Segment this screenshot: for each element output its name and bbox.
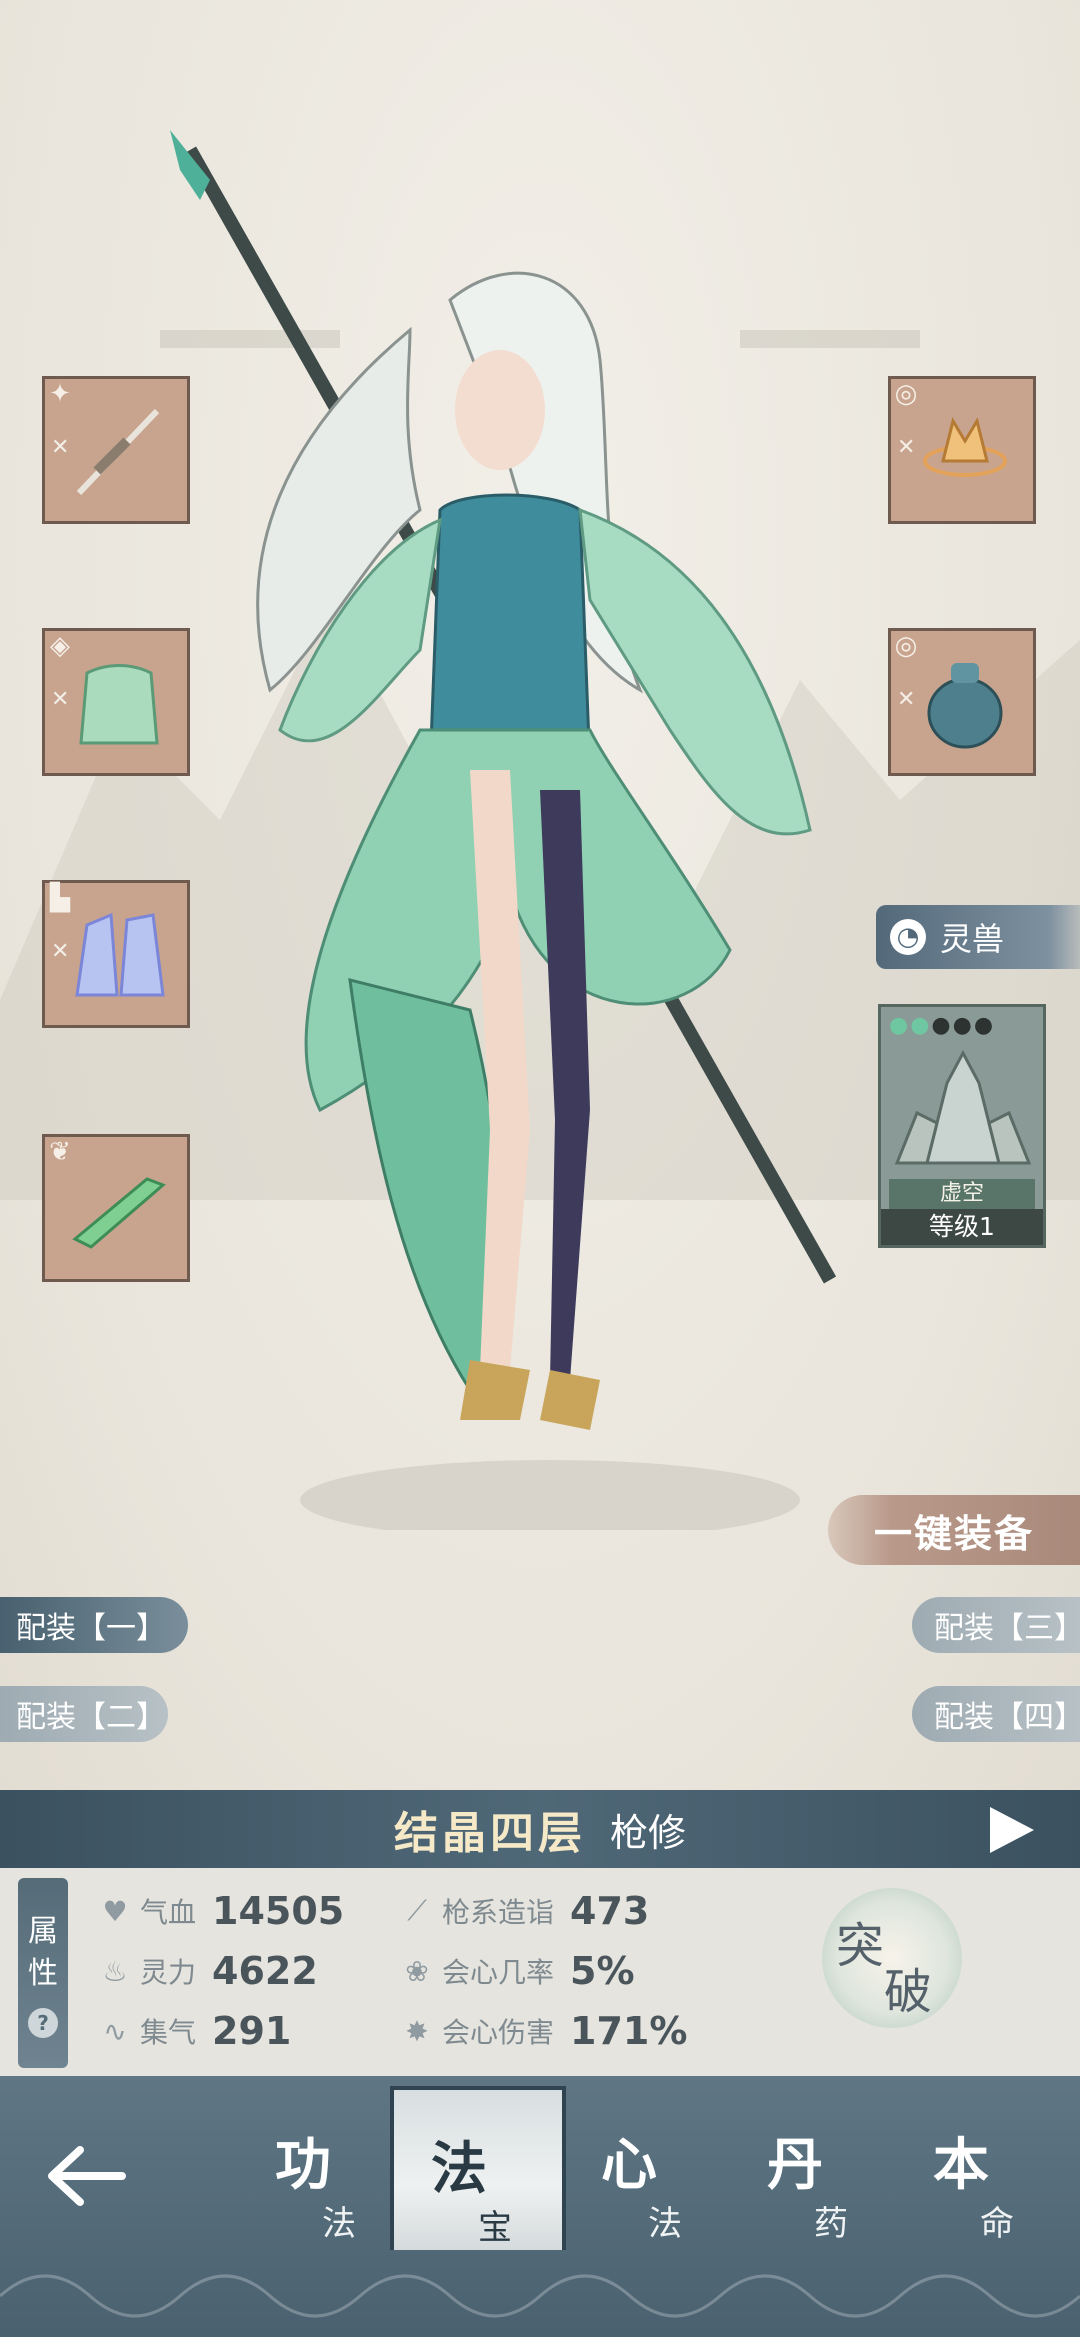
stat-hp: ♥ 气血 14505 [98, 1886, 344, 1936]
stat-value: 473 [570, 1889, 650, 1933]
stat-label: 枪系造诣 [442, 1896, 555, 1929]
character-portrait [170, 130, 837, 1530]
jade-blade-item-icon [72, 1177, 166, 1249]
stat-value: 291 [212, 2009, 292, 2053]
golden-crown-item-icon [923, 417, 1007, 477]
paw-star-icon: ● [889, 1013, 911, 1038]
swirl-icon: ∿ [103, 2014, 127, 2048]
realm-stage: 结晶四层 [393, 1808, 586, 1859]
tab-big-char: 本 [933, 2133, 989, 2198]
tab-big-char: 心 [601, 2133, 657, 2198]
beast-level: 等级1 [881, 1209, 1043, 1245]
stat-crit-damage: ✸ 会心伤害 171% [400, 2006, 687, 2056]
robe-item-icon [79, 664, 159, 745]
breakthrough-char-1: 突 [836, 1918, 885, 1974]
stat-label: 会心几率 [442, 1956, 555, 1989]
spear-item-icon [76, 408, 160, 496]
breakthrough-button[interactable]: 突 破 [822, 1888, 962, 2028]
stat-qi: ∿ 集气 291 [98, 2006, 291, 2056]
tab-small-char: 法 [322, 2204, 356, 2244]
tab-big-char: 功 [275, 2133, 331, 2198]
tab-treasures[interactable]: 法 宝 [390, 2086, 566, 2250]
spirit-beast-label: 灵兽 [940, 920, 1005, 958]
wave-pattern [0, 2274, 1080, 2318]
tab-natal[interactable]: 本 命 [896, 2086, 1064, 2246]
stat-label: 灵力 [140, 1956, 197, 1989]
tab-mind-arts[interactable]: 心 法 [564, 2086, 732, 2246]
breakthrough-char-2: 破 [884, 1964, 933, 2020]
stat-value: 5% [570, 1949, 635, 1993]
burst-icon: ✸ [405, 2014, 429, 2048]
spear-icon: ⟋ [407, 1894, 427, 1927]
spirit-beast-header[interactable]: ◔ 灵兽 [876, 905, 1080, 969]
stat-value: 171% [570, 2009, 688, 2053]
paw-star-icon: ● [973, 1013, 996, 1038]
stat-value: 4622 [212, 1949, 318, 1993]
paw-icon: ◔ [890, 919, 926, 955]
spirit-beast-card[interactable]: ●●●●● 虚空 等级1 [878, 1004, 1046, 1248]
stat-spirit: ♨ 灵力 4622 [98, 1946, 318, 1996]
loadout-3-button[interactable]: 配装【三】 [912, 1597, 1080, 1653]
stat-label: 集气 [140, 2016, 197, 2049]
equip-slot-boots[interactable]: ▙ ✕ [42, 880, 190, 1028]
loadout-1-button[interactable]: 配装【一】 [0, 1597, 188, 1653]
bottom-nav: 功 法 法 宝 心 法 丹 药 本 命 [0, 2076, 1080, 2337]
equip-slot-weapon[interactable]: ✦ ✕ [42, 376, 190, 524]
paw-star-icon: ● [931, 1013, 953, 1038]
attributes-tab-label-top: 属 [28, 1914, 58, 1949]
equip-slot-armor[interactable]: ◈ ✕ [42, 628, 190, 776]
boots-item-icon [75, 912, 165, 997]
equip-slot-ring[interactable]: ◎ ✕ [888, 376, 1036, 524]
attributes-tab[interactable]: 属 性 ? [18, 1878, 68, 2068]
beast-name: 虚空 [889, 1179, 1035, 1209]
stat-label: 气血 [140, 1896, 197, 1929]
one-click-equip-button[interactable]: 一键装备 [828, 1495, 1080, 1565]
loadout-2-button[interactable]: 配装【二】 [0, 1686, 168, 1742]
tab-pills[interactable]: 丹 药 [730, 2086, 898, 2246]
jade-pendant-item-icon [927, 663, 1003, 749]
paw-star-icon: ● [952, 1013, 974, 1038]
beast-star-rating: ●●●●● [889, 1013, 995, 1038]
flame-icon: ♨ [102, 1954, 128, 1988]
crit-icon: ❀ [405, 1954, 429, 1988]
stat-label: 会心伤害 [442, 2016, 555, 2049]
paw-star-icon: ● [910, 1013, 932, 1038]
tab-techniques[interactable]: 功 法 [238, 2086, 406, 2246]
play-arrow-icon[interactable] [990, 1807, 1034, 1853]
tab-small-char: 宝 [478, 2208, 512, 2248]
tab-big-char: 法 [431, 2137, 487, 2202]
back-arrow-icon[interactable] [42, 2136, 132, 2216]
stat-spear-mastery: ⟋ 枪系造诣 473 [400, 1886, 649, 1936]
beast-portrait [894, 1049, 1032, 1165]
help-icon[interactable]: ? [28, 2008, 58, 2038]
tab-small-char: 药 [814, 2204, 848, 2244]
attributes-tab-label-bottom: 性 [28, 1956, 58, 1991]
tab-small-char: 命 [980, 2204, 1014, 2244]
cultivation-class: 枪修 [609, 1810, 686, 1855]
tab-big-char: 丹 [767, 2133, 823, 2198]
tab-small-char: 法 [648, 2204, 682, 2244]
stat-crit-rate: ❀ 会心几率 5% [400, 1946, 635, 1996]
heart-icon: ♥ [102, 1894, 128, 1928]
equip-slot-pendant[interactable]: ◎ ✕ [888, 628, 1036, 776]
loadout-4-button[interactable]: 配装【四】 [912, 1686, 1080, 1742]
equip-slot-accessory[interactable]: ❦ [42, 1134, 190, 1282]
realm-bar: 结晶四层 枪修 [0, 1790, 1080, 1868]
stat-value: 14505 [212, 1889, 345, 1933]
